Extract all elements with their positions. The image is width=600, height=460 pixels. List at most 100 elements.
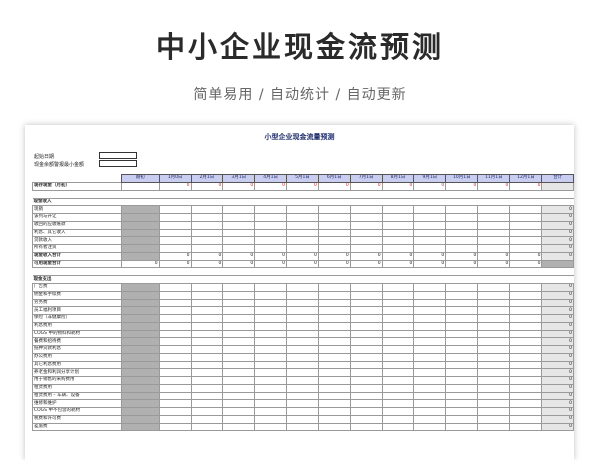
input-cell[interactable] [509,228,543,238]
input-cell[interactable] [445,399,479,408]
input-cell[interactable] [445,228,479,238]
input-cell[interactable] [445,290,479,300]
input-cell[interactable] [317,407,351,416]
input-cell[interactable] [349,345,383,354]
input-cell[interactable] [509,314,543,323]
input-cell[interactable] [477,368,511,377]
input-cell[interactable] [477,306,511,315]
input-cell[interactable] [413,298,447,308]
input-cell[interactable] [190,352,224,362]
input-cell[interactable] [477,314,511,323]
input-cell[interactable] [317,360,351,370]
input-cell[interactable] [413,407,447,416]
input-cell[interactable] [190,368,224,377]
input-cell[interactable] [349,360,383,370]
input-cell[interactable] [158,290,192,300]
input-cell[interactable] [158,329,192,339]
input-cell[interactable] [381,228,415,238]
input-cell[interactable] [477,414,511,424]
input-cell[interactable] [445,306,479,315]
input-cell[interactable] [222,414,256,424]
input-cell[interactable] [349,352,383,362]
input-cell[interactable] [349,383,383,393]
input-cell[interactable] [445,321,479,331]
input-cell[interactable] [286,283,319,292]
input-cell[interactable] [445,383,479,393]
input-cell[interactable] [286,306,319,315]
input-cell[interactable] [158,407,192,416]
input-cell[interactable] [349,391,383,401]
input-cell[interactable] [222,407,256,416]
input-cell[interactable] [445,337,479,346]
input-cell[interactable] [413,368,447,377]
input-cell[interactable] [509,407,543,416]
input-cell[interactable] [445,220,479,230]
input-cell[interactable] [190,383,224,393]
input-cell[interactable] [254,306,288,315]
input-cell[interactable] [509,205,543,214]
input-cell[interactable] [254,228,288,238]
input-cell[interactable] [477,376,511,385]
input-cell[interactable] [317,329,351,339]
input-cell[interactable] [477,244,511,253]
input-cell[interactable] [477,399,511,408]
input-cell[interactable] [286,220,319,230]
input-cell[interactable] [190,345,224,354]
input-cell[interactable] [445,244,479,253]
input-cell[interactable] [222,236,256,245]
input-cell[interactable] [222,337,256,346]
input-cell[interactable] [349,321,383,331]
input-cell[interactable] [509,306,543,315]
input-cell[interactable] [222,228,256,238]
input-cell[interactable] [413,422,447,432]
input-cell[interactable] [381,345,415,354]
input-cell[interactable] [509,220,543,230]
input-cell[interactable] [317,376,351,385]
input-cell[interactable] [381,368,415,377]
input-cell[interactable] [349,306,383,315]
input-cell[interactable] [254,407,288,416]
input-cell[interactable] [222,376,256,385]
input-cell[interactable] [509,352,543,362]
input-cell[interactable] [445,205,479,214]
input-cell[interactable] [190,391,224,401]
input-cell[interactable] [381,321,415,331]
input-cell[interactable] [477,422,511,432]
input-cell[interactable] [317,383,351,393]
input-cell[interactable] [349,213,383,222]
input-cell[interactable] [381,352,415,362]
input-cell[interactable] [158,205,192,214]
input-cell[interactable] [381,244,415,253]
input-cell[interactable] [477,360,511,370]
input-cell[interactable] [158,376,192,385]
input-cell[interactable] [286,399,319,408]
input-cell[interactable] [222,298,256,308]
input-cell[interactable] [381,376,415,385]
input-cell[interactable] [413,414,447,424]
input-cell[interactable] [381,290,415,300]
input-cell[interactable] [381,414,415,424]
input-cell[interactable] [190,360,224,370]
input-cell[interactable] [286,345,319,354]
input-cell[interactable] [222,329,256,339]
input-cell[interactable] [222,383,256,393]
input-cell[interactable] [509,399,543,408]
input-cell[interactable] [286,368,319,377]
input-cell[interactable] [254,422,288,432]
input-cell[interactable] [286,407,319,416]
input-cell[interactable] [349,407,383,416]
input-cell[interactable] [190,205,224,214]
input-cell[interactable] [254,360,288,370]
input-cell[interactable] [222,422,256,432]
input-cell[interactable] [477,329,511,339]
input-cell[interactable] [286,205,319,214]
input-cell[interactable] [349,368,383,377]
input-cell[interactable] [381,213,415,222]
input-cell[interactable] [222,213,256,222]
input-cell[interactable] [317,337,351,346]
input-cell[interactable] [413,329,447,339]
input-cell[interactable] [477,352,511,362]
input-cell[interactable] [509,383,543,393]
input-cell[interactable] [509,391,543,401]
input-cell[interactable] [381,283,415,292]
